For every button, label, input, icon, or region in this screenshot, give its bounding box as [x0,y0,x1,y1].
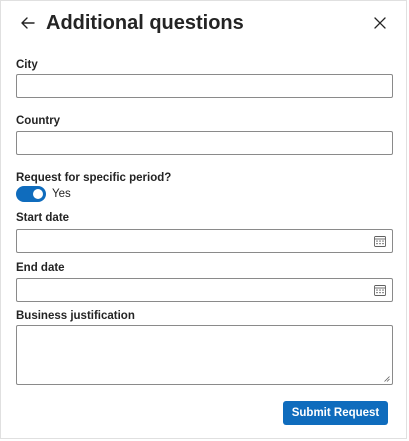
city-label: City [16,59,38,71]
additional-questions-panel: Additional questions City Country Reques… [0,0,407,439]
calendar-icon[interactable] [374,284,386,296]
calendar-icon[interactable] [374,235,386,247]
close-button[interactable] [370,13,390,33]
panel-header: Additional questions [1,1,406,45]
period-toggle-text: Yes [52,188,71,200]
resize-grip-icon[interactable] [384,376,390,382]
end-date-label: End date [16,262,65,274]
close-icon [374,17,386,29]
city-field[interactable] [16,74,393,98]
period-label: Request for specific period? [16,172,172,184]
period-toggle[interactable] [16,186,46,202]
start-date-field[interactable] [16,229,393,253]
page-title: Additional questions [46,12,244,34]
end-date-field[interactable] [16,278,393,302]
country-field[interactable] [16,131,393,155]
toggle-knob [33,189,43,199]
justification-textarea[interactable] [16,325,393,385]
back-button[interactable] [17,12,39,34]
justification-label: Business justification [16,310,135,322]
submit-request-button[interactable]: Submit Request [283,401,388,425]
start-date-label: Start date [16,212,70,224]
country-label: Country [16,115,61,127]
arrow-left-icon [21,17,35,29]
